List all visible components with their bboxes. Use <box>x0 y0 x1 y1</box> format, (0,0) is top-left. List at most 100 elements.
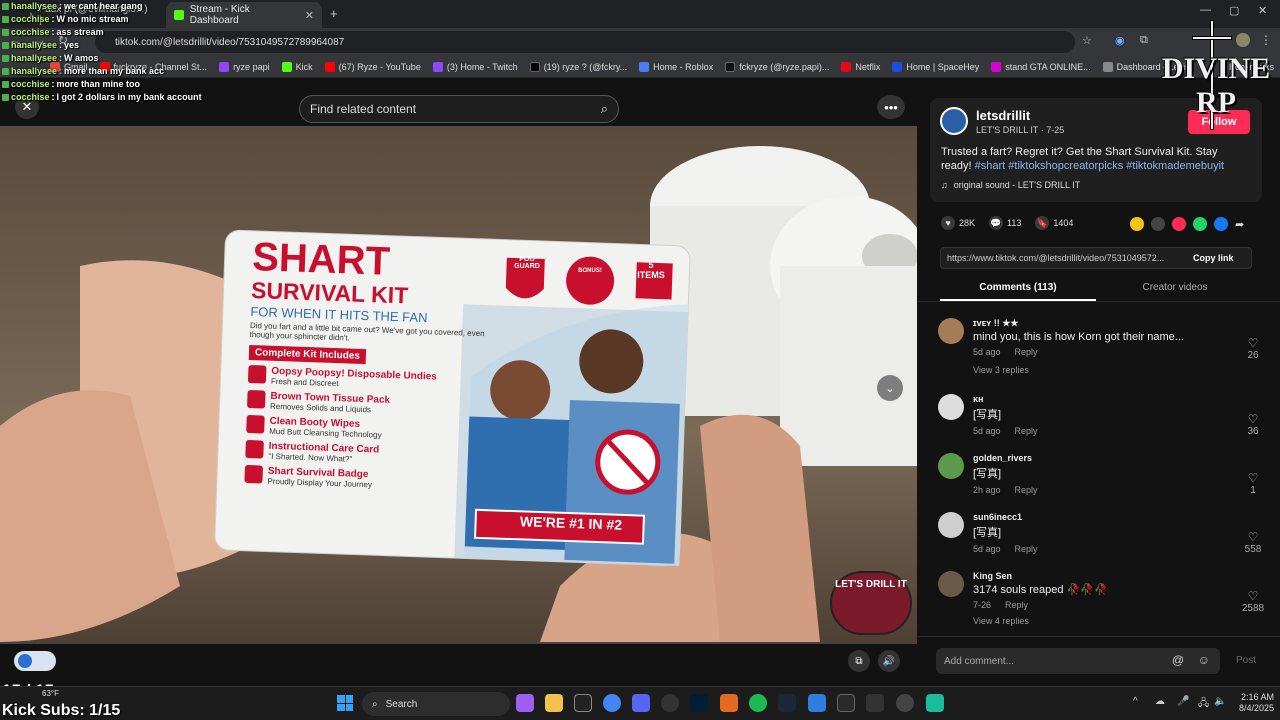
weather-widget[interactable]: 63°F <box>42 689 59 698</box>
mention-icon[interactable]: @ <box>1172 653 1184 667</box>
comment-like[interactable]: ♡ 36 <box>1238 412 1268 437</box>
speaker-icon[interactable]: 🔈 <box>1214 696 1226 707</box>
video-player[interactable]: SHART SURVIVAL KIT FOR WHEN IT HITS THE … <box>0 126 917 642</box>
comment-like-count: 2588 <box>1241 603 1265 614</box>
epic-games-icon[interactable] <box>837 694 855 712</box>
close-tab-icon[interactable]: ✕ <box>305 9 314 22</box>
post-button[interactable]: Post <box>1236 655 1256 666</box>
comment-button[interactable]: 💬 113 <box>989 216 1021 230</box>
reply-button[interactable]: Reply <box>1015 426 1038 436</box>
like-button[interactable]: ♥ 28K <box>941 216 975 230</box>
hashtags[interactable]: #shart #tiktokshopcreatorpicks #tiktokma… <box>975 160 1224 172</box>
save-button[interactable]: 🔖 1404 <box>1035 216 1073 230</box>
embed-icon[interactable] <box>1151 217 1165 231</box>
commenter-name[interactable]: ᴋʜ <box>973 394 1233 404</box>
share-arrow-icon[interactable]: ➦ <box>1235 218 1244 231</box>
taskbar-search[interactable]: ⌕ Search <box>362 692 510 716</box>
commenter-name[interactable]: King Sen <box>973 571 1233 581</box>
send-icon[interactable] <box>1172 217 1186 231</box>
discord-icon[interactable] <box>632 694 650 712</box>
commenter-avatar[interactable] <box>938 394 964 420</box>
comment-like[interactable]: ♡ 2588 <box>1238 589 1268 614</box>
channel-watermark: LET'S DRILL IT <box>830 571 912 635</box>
next-video-button[interactable]: ⌄ <box>877 375 903 401</box>
chrome-icon[interactable] <box>603 694 621 712</box>
app-icon[interactable] <box>866 694 884 712</box>
add-comment-input[interactable]: Add comment... @ ☺ <box>936 648 1220 674</box>
app-icon[interactable] <box>720 694 738 712</box>
system-clock[interactable]: 2:16 AM 8/4/2025 <box>1230 692 1274 714</box>
commenter-name[interactable]: sun6inecc1 <box>973 512 1233 522</box>
app-icon[interactable] <box>574 694 592 712</box>
whatsapp-icon[interactable] <box>1193 217 1207 231</box>
commenter-name[interactable]: golden_rivers <box>973 453 1233 463</box>
reply-button[interactable]: Reply <box>1015 485 1038 495</box>
extension-icon[interactable]: ◉ <box>1115 34 1125 47</box>
view-replies-button[interactable]: View 3 replies <box>973 365 1029 375</box>
spotify-icon[interactable] <box>749 694 767 712</box>
progress-track[interactable] <box>0 642 917 644</box>
maximize-icon[interactable]: ▢ <box>1229 4 1239 17</box>
steam-icon[interactable] <box>778 694 796 712</box>
view-replies-button[interactable]: View 4 replies <box>973 616 1029 626</box>
star-icon[interactable]: ☆ <box>1082 34 1092 47</box>
url-field[interactable]: tiktok.com/@letsdrillit/video/7531049572… <box>95 31 1075 53</box>
extension-widget[interactable] <box>14 651 56 671</box>
copy-link-button[interactable]: Copy link <box>1193 253 1234 263</box>
volume-button[interactable]: 🔊 <box>878 650 900 672</box>
search-input[interactable]: Find related content ⌕ <box>299 95 619 123</box>
puzzle-icon[interactable]: ⧉ <box>1140 34 1148 47</box>
bookmark-youtube[interactable]: (67) Ryze - YouTube <box>319 61 427 72</box>
reply-button[interactable]: Reply <box>1005 600 1028 610</box>
comment-like[interactable]: ♡ 558 <box>1238 530 1268 555</box>
comment-like[interactable]: ♡ 1 <box>1238 471 1268 496</box>
bookmark-roblox[interactable]: Home - Roblox <box>633 61 719 72</box>
microphone-icon[interactable]: 🎤 <box>1177 696 1189 707</box>
search-icon[interactable]: ⌕ <box>601 101 608 117</box>
bookmark-twitch[interactable]: (3) Home - Twitch <box>427 61 524 72</box>
close-window-icon[interactable]: ✕ <box>1258 4 1267 17</box>
badge-icon <box>2 2 9 10</box>
link-field[interactable]: https://www.tiktok.com/@letsdrillit/vide… <box>940 247 1252 269</box>
commenter-avatar[interactable] <box>938 571 964 597</box>
app-icon[interactable] <box>896 694 914 712</box>
more-options-button[interactable]: ••• <box>877 95 905 119</box>
kit-item: Clean Booty Wipes Mud Butt Cleansing Tech… <box>246 414 507 444</box>
bookmark-netflix[interactable]: Netflix <box>835 61 886 72</box>
minimize-icon[interactable]: — <box>1200 4 1211 16</box>
reply-button[interactable]: Reply <box>1015 347 1038 357</box>
bookmark-spacehey[interactable]: Home | SpaceHey <box>886 61 985 72</box>
copilot-icon[interactable] <box>516 694 534 712</box>
new-tab-button[interactable]: + <box>330 6 338 21</box>
start-button[interactable] <box>337 695 353 711</box>
network-icon[interactable]: 🖧 <box>1198 696 1209 713</box>
commenter-avatar[interactable] <box>938 512 964 538</box>
file-explorer-icon[interactable] <box>545 694 563 712</box>
tab-creator-videos[interactable]: Creator videos <box>1097 282 1253 293</box>
tab-comments[interactable]: Comments (113) <box>940 282 1096 293</box>
commenter-avatar[interactable] <box>938 453 964 479</box>
commenter-name[interactable]: ɪᴠᴇʏ !! ★★ <box>973 318 1233 329</box>
emoji-icon[interactable]: ☺ <box>1198 653 1210 667</box>
pip-button[interactable]: ⧉ <box>848 650 870 672</box>
bookmark-kick[interactable]: Kick <box>276 61 319 72</box>
bookmark-x[interactable]: (19) ryze ? (@fckry... <box>524 61 633 72</box>
bookmark-gta[interactable]: stand GTA ONLINE... <box>985 61 1096 72</box>
comment-like[interactable]: ♡ 26 <box>1238 336 1268 361</box>
chat-username: hanallysee <box>11 66 58 76</box>
app-icon[interactable] <box>926 694 944 712</box>
app-icon[interactable] <box>661 694 679 712</box>
photoshop-icon[interactable] <box>690 694 708 712</box>
commenter-avatar[interactable] <box>938 318 964 344</box>
coin-icon[interactable] <box>1130 217 1144 231</box>
chevron-up-icon[interactable]: ^ <box>1133 696 1138 707</box>
facebook-icon[interactable] <box>1214 217 1228 231</box>
sound-info[interactable]: ♫ original sound - LET'S DRILL IT <box>941 180 1080 190</box>
bookmark-tiktok[interactable]: fckryze (@ryze.papi)... <box>719 61 835 72</box>
creator-avatar[interactable] <box>940 107 968 135</box>
reply-button[interactable]: Reply <box>1015 544 1038 554</box>
creator-username[interactable]: letsdrillit <box>976 108 1030 123</box>
app-icon[interactable] <box>808 694 826 712</box>
cloud-icon[interactable]: ☁ <box>1155 696 1165 707</box>
video-caption: Trusted a fart? Regret it? Get the Shart… <box>941 145 1251 173</box>
